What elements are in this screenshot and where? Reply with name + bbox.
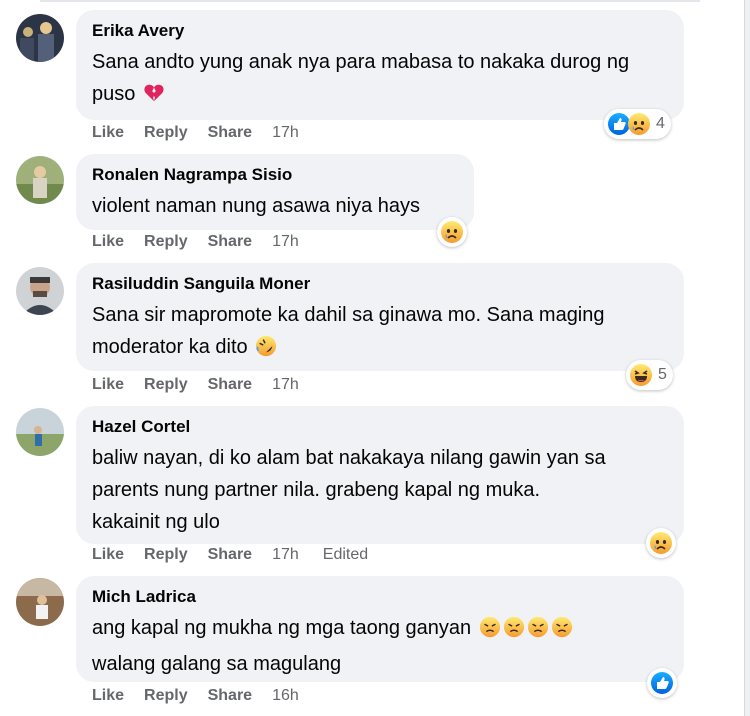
avatar[interactable] <box>16 156 64 204</box>
comment-text: violent naman nung asawa niya hays <box>92 195 420 217</box>
timestamp[interactable]: 17h <box>272 124 299 142</box>
like-link[interactable]: Like <box>92 376 124 394</box>
comment-text-content: Sana andto yung anak nya para mabasa to … <box>92 51 630 105</box>
reply-link[interactable]: Reply <box>144 687 188 705</box>
haha-reaction-icon <box>629 363 653 387</box>
scrollbar-track[interactable] <box>744 0 750 716</box>
comment-actions: Like Reply Share 17h Edited <box>92 546 368 564</box>
reaction-count: 5 <box>658 366 667 383</box>
avatar[interactable] <box>16 578 64 626</box>
comment-text-line: ang kapal ng mukha ng mga taong ganyan <box>92 617 472 639</box>
comment-bubble: Ronalen Nagrampa Sisio violent naman nun… <box>76 154 474 230</box>
avatar[interactable] <box>16 14 64 62</box>
comment-text-line-1: ang kapal ng mukha ng mga taong ganyan <box>92 612 670 648</box>
angry-emoji-icon <box>503 616 525 648</box>
comment-bubble: Hazel Cortel baliw nayan, di ko alam bat… <box>76 406 684 544</box>
comment-text-line: Sana sir mapromote ka dahil sa ginawa mo… <box>92 304 605 326</box>
comment-text-line: baliw nayan, di ko alam bat nakakaya nil… <box>92 447 606 469</box>
reaction-count: 4 <box>656 115 665 132</box>
reaction-summary[interactable]: 4 <box>604 109 671 139</box>
timestamp[interactable]: 16h <box>272 687 299 705</box>
comment-text: ang kapal ng mukha ng mga taong ganyan w… <box>92 612 670 680</box>
share-link[interactable]: Share <box>208 687 252 705</box>
reaction-summary[interactable] <box>647 668 677 698</box>
comment-text: Sana sir mapromote ka dahil sa ginawa mo… <box>92 299 670 367</box>
share-link[interactable]: Share <box>208 546 252 564</box>
share-link[interactable]: Share <box>208 376 252 394</box>
comment-text-line: walang galang sa magulang <box>92 653 342 675</box>
comment-author[interactable]: Ronalen Nagrampa Sisio <box>92 164 460 186</box>
reaction-summary[interactable] <box>646 528 676 558</box>
comment-actions: Like Reply Share 16h <box>92 687 323 705</box>
like-link[interactable]: Like <box>92 546 124 564</box>
timestamp[interactable]: 17h <box>272 376 299 394</box>
comment-author[interactable]: Rasiluddin Sanguila Moner <box>92 273 670 295</box>
comment-text-line: parents nung partner nila. grabeng kapal… <box>92 479 541 501</box>
comment-bubble: Rasiluddin Sanguila Moner Sana sir mapro… <box>76 263 684 371</box>
comment-author[interactable]: Mich Ladrica <box>92 586 670 608</box>
reply-link[interactable]: Reply <box>144 233 188 251</box>
angry-emoji-icon <box>479 616 501 648</box>
comment-actions: Like Reply Share 17h <box>92 233 323 251</box>
timestamp[interactable]: 17h <box>272 233 299 251</box>
edited-label[interactable]: Edited <box>323 546 368 564</box>
comment-bubble: Mich Ladrica ang kapal ng mukha ng mga t… <box>76 576 684 682</box>
timestamp[interactable]: 17h <box>272 546 299 564</box>
comment-text: baliw nayan, di ko alam bat nakakaya nil… <box>92 442 670 538</box>
comment-author[interactable]: Erika Avery <box>92 20 670 42</box>
comment-author[interactable]: Hazel Cortel <box>92 416 670 438</box>
comment-actions: Like Reply Share 17h <box>92 124 323 142</box>
share-link[interactable]: Share <box>208 233 252 251</box>
comment-text-line: moderator ka dito <box>92 336 248 358</box>
reaction-summary[interactable] <box>437 217 467 247</box>
like-link[interactable]: Like <box>92 124 124 142</box>
like-link[interactable]: Like <box>92 233 124 251</box>
like-reaction-icon <box>650 671 674 695</box>
share-link[interactable]: Share <box>208 124 252 142</box>
reply-link[interactable]: Reply <box>144 376 188 394</box>
divider <box>40 0 700 2</box>
angry-emoji-icon <box>551 616 573 648</box>
comment-text-line-2: moderator ka dito <box>92 331 670 367</box>
avatar[interactable] <box>16 267 64 315</box>
comment-bubble: Erika Avery Sana andto yung anak nya par… <box>76 10 684 120</box>
comment-text-line: kakainit ng ulo <box>92 511 220 533</box>
angry-emoji-icon <box>527 616 549 648</box>
reply-link[interactable]: Reply <box>144 124 188 142</box>
comment-text: Sana andto yung anak nya para mabasa to … <box>92 46 670 114</box>
sad-reaction-icon <box>440 220 464 244</box>
avatar[interactable] <box>16 408 64 456</box>
broken-heart-icon <box>143 82 165 114</box>
sad-reaction-icon <box>627 112 651 136</box>
reply-link[interactable]: Reply <box>144 546 188 564</box>
comment-actions: Like Reply Share 17h <box>92 376 323 394</box>
reaction-summary[interactable]: 5 <box>626 360 673 390</box>
rofl-emoji-icon <box>255 335 277 367</box>
like-link[interactable]: Like <box>92 687 124 705</box>
sad-reaction-icon <box>649 531 673 555</box>
